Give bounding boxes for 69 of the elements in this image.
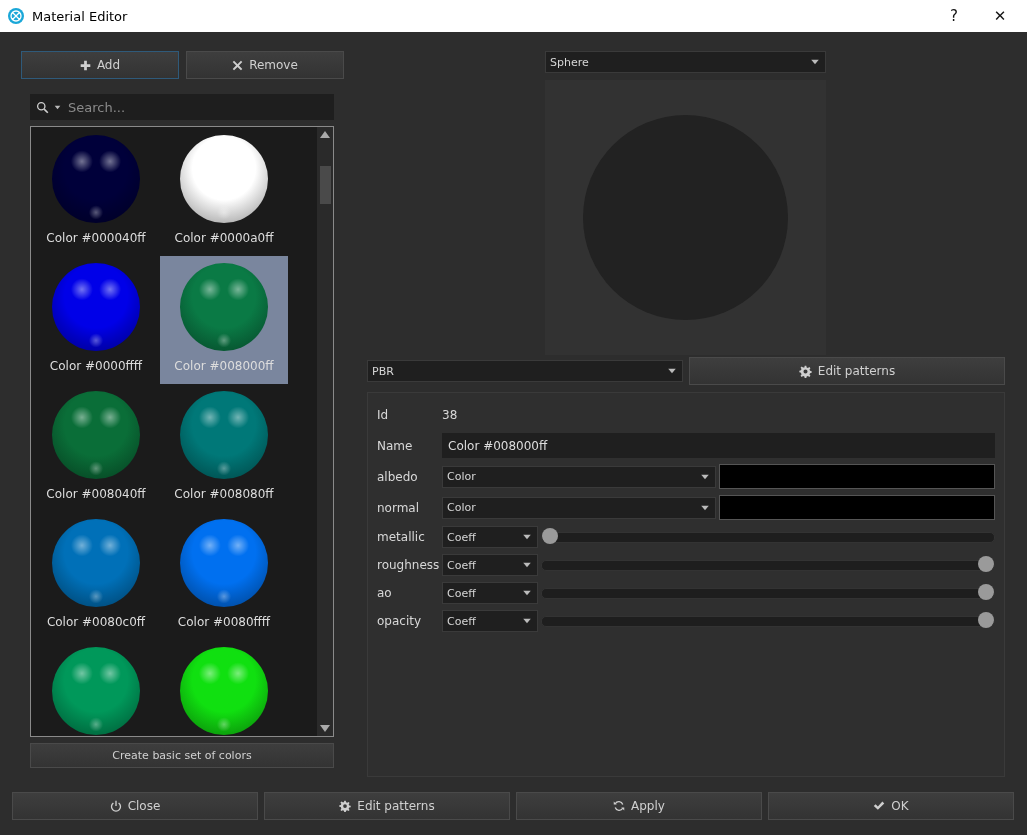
plus-icon [79, 59, 91, 71]
mode-dropdown[interactable]: Coeff [442, 554, 538, 576]
app-logo-icon [8, 8, 24, 24]
close-button[interactable]: ✕ [977, 0, 1023, 32]
window-title: Material Editor [32, 8, 128, 24]
mode-dropdown[interactable]: Color [442, 496, 716, 519]
search-input[interactable]: Search... [66, 98, 328, 116]
slider-track[interactable] [541, 615, 995, 627]
refresh-icon [613, 800, 626, 812]
remove-button[interactable]: Remove [186, 51, 344, 79]
slider-track[interactable] [541, 559, 995, 571]
property-label: albedo [377, 469, 419, 484]
property-label: normal [377, 500, 421, 515]
mode-dropdown[interactable]: Coeff [442, 526, 538, 548]
material-label: Color #0000ffff [49, 359, 143, 373]
material-tile[interactable]: Color #008040ff [32, 384, 160, 512]
slider-thumb[interactable] [542, 527, 558, 544]
material-label: Color #000040ff [46, 231, 146, 245]
material-tile[interactable]: Color #0080ffff [160, 512, 288, 640]
mode-dropdown[interactable]: Coeff [442, 582, 538, 604]
name-field[interactable]: Color #008000ff [442, 433, 995, 458]
cross-icon [232, 59, 244, 71]
add-button[interactable]: Add [21, 51, 179, 79]
property-label: opacity [377, 614, 423, 628]
material-tile[interactable]: Color #008080ff [160, 384, 288, 512]
slider-thumb[interactable] [978, 555, 994, 572]
scrollbar[interactable] [317, 127, 333, 736]
help-button[interactable]: ? [931, 0, 977, 32]
slider-thumb[interactable] [978, 611, 994, 628]
material-tile[interactable]: Color #0080c0ff [32, 512, 160, 640]
material-label: Color #008040ff [46, 487, 146, 501]
search-icon [36, 100, 49, 114]
dialog-button[interactable]: Apply [516, 792, 762, 820]
material-label: Color #0080c0ff [46, 615, 146, 629]
power-icon [109, 800, 122, 812]
slider-thumb[interactable] [978, 583, 994, 600]
property-label: ao [377, 586, 393, 600]
create-colors-button[interactable]: Create basic set of colors [30, 743, 334, 768]
material-tile[interactable]: Color #000040ff [32, 128, 160, 256]
material-label: Color #008000ff [174, 359, 274, 373]
gear-icon [339, 800, 352, 812]
shape-dropdown[interactable]: Sphere [545, 51, 826, 73]
scroll-up-icon [320, 130, 330, 138]
gear-icon [798, 364, 812, 378]
check-icon [873, 800, 886, 812]
material-tile[interactable]: Color #0000ffff [32, 256, 160, 384]
field-label: Name [377, 438, 414, 453]
dialog-button[interactable]: Close [12, 792, 258, 820]
scrollbar-thumb[interactable] [320, 166, 331, 204]
id-value: 38 [442, 407, 458, 422]
search-field[interactable]: Search... [30, 94, 334, 120]
color-swatch[interactable] [719, 464, 995, 489]
dialog-button[interactable]: Edit patterns [264, 792, 510, 820]
dialog-button[interactable]: OK [768, 792, 1014, 820]
edit-patterns-button[interactable]: Edit patterns [689, 357, 1005, 385]
slider-track[interactable] [541, 531, 995, 543]
property-label: metallic [377, 530, 426, 544]
material-tile[interactable]: Color #0000a0ff [160, 128, 288, 256]
scroll-down-icon [320, 725, 330, 733]
material-label: Color #008080ff [174, 487, 274, 501]
field-label: Id [377, 407, 390, 422]
mode-dropdown[interactable]: Coeff [442, 610, 538, 632]
material-label: Color #0000a0ff [174, 231, 274, 245]
model-dropdown[interactable]: PBR [367, 360, 683, 382]
slider-track[interactable] [541, 587, 995, 599]
property-label: roughness [377, 558, 441, 572]
color-swatch[interactable] [719, 495, 995, 520]
mode-dropdown[interactable]: Color [442, 465, 716, 488]
material-label: Color #0080ffff [177, 615, 271, 629]
